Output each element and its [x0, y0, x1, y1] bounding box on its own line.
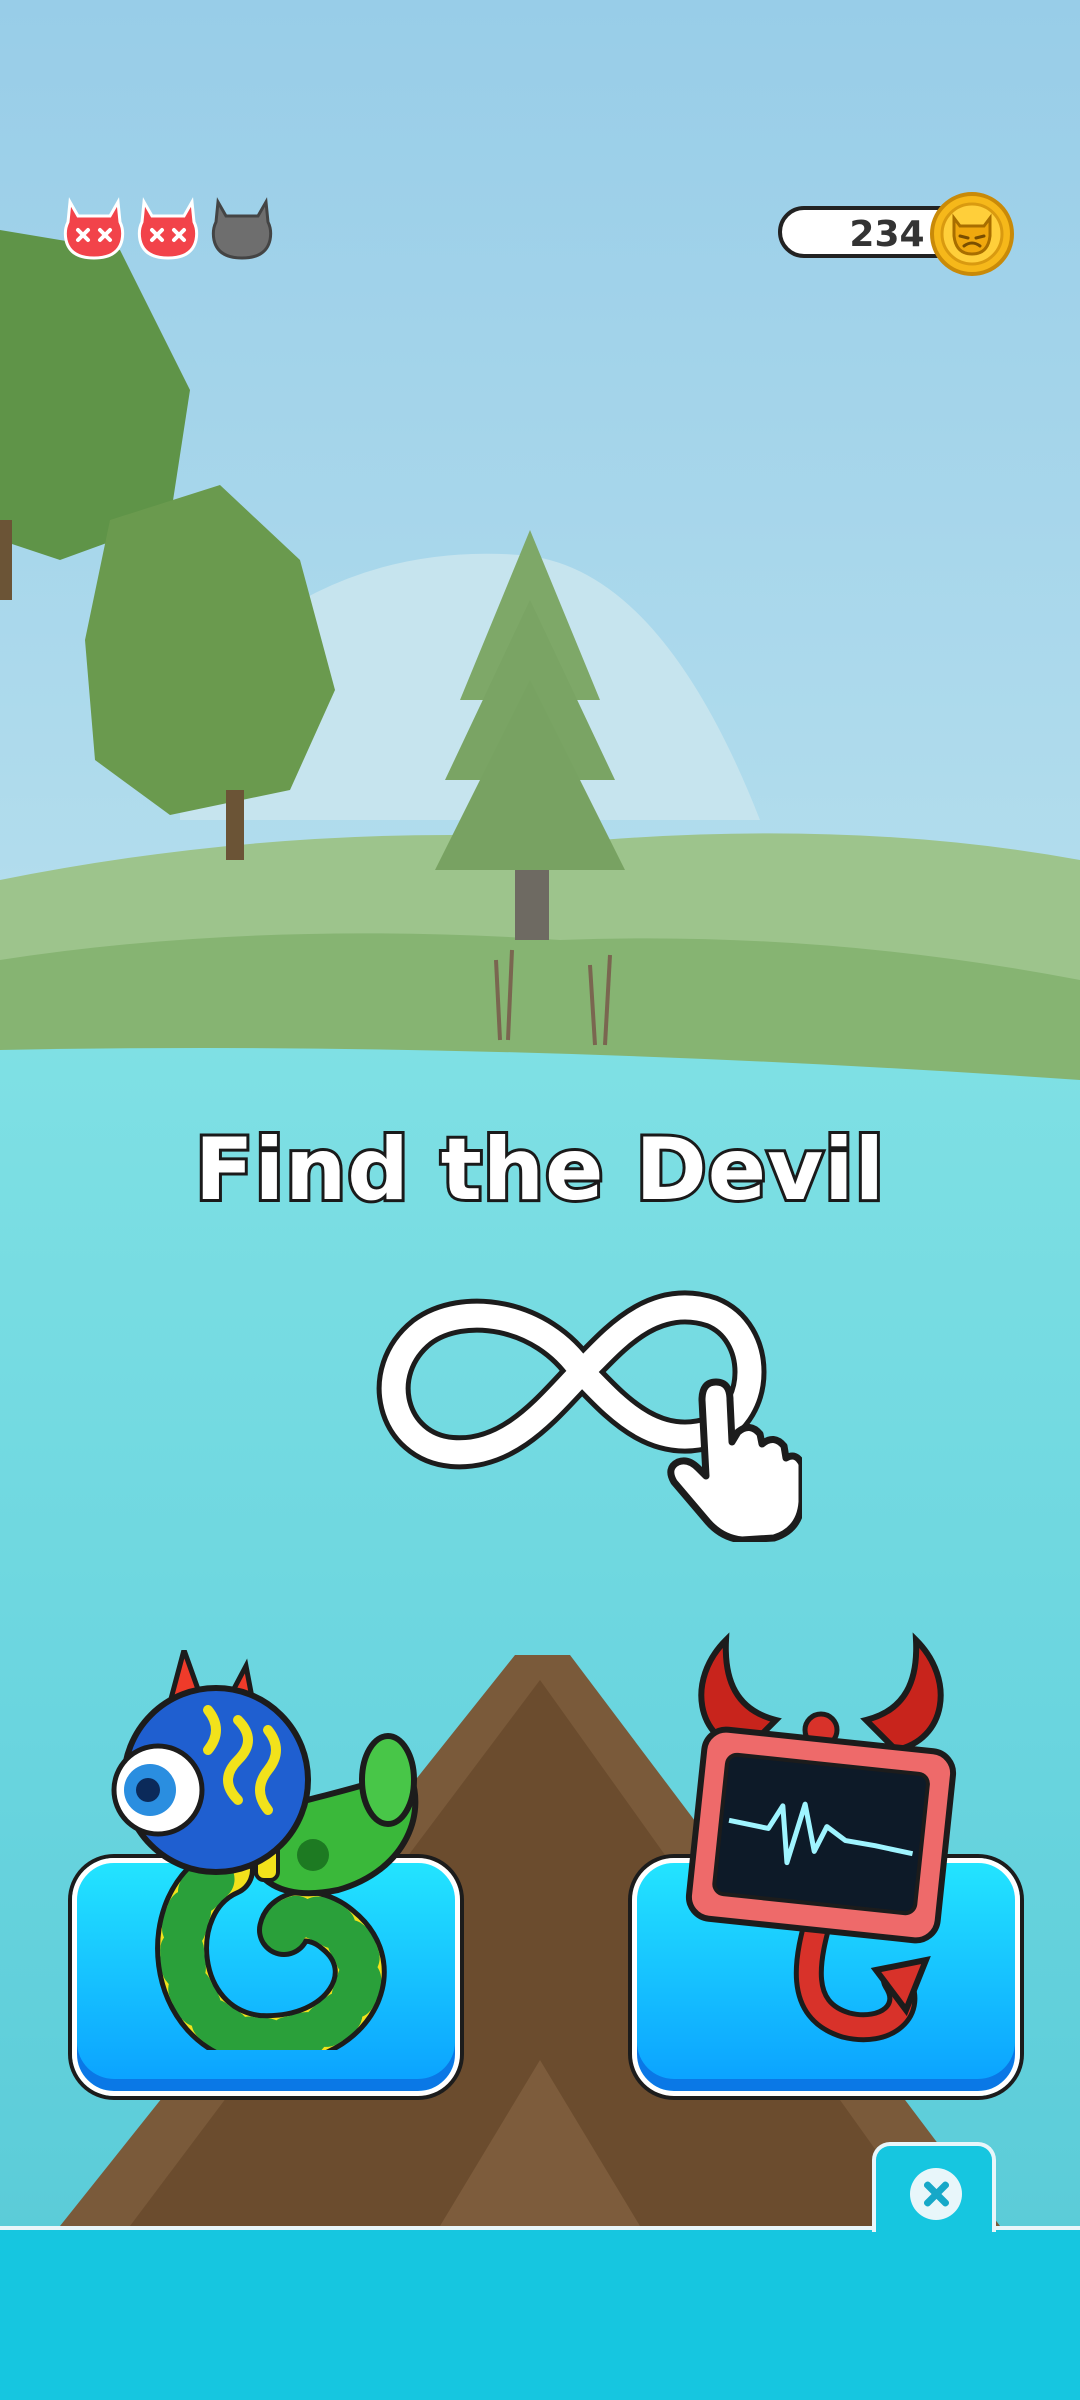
instruction-title: Find the Devil	[192, 1117, 887, 1223]
bottom-bar	[0, 2226, 1080, 2400]
coin-count: 234	[849, 214, 925, 255]
infinity-swipe-hand-icon	[376, 1290, 802, 1542]
devil-face-x-icon	[137, 197, 199, 260]
lives-indicator	[62, 196, 274, 262]
blue-green-monster[interactable]	[88, 1650, 438, 2050]
close-tab[interactable]	[872, 2142, 996, 2232]
red-devil-monitor[interactable]	[676, 1630, 966, 2050]
devil-face-gray-icon	[211, 197, 273, 260]
devil-face-x-icon	[63, 197, 125, 260]
devil-coin-icon	[930, 192, 1014, 276]
close-icon[interactable]	[910, 2168, 962, 2220]
